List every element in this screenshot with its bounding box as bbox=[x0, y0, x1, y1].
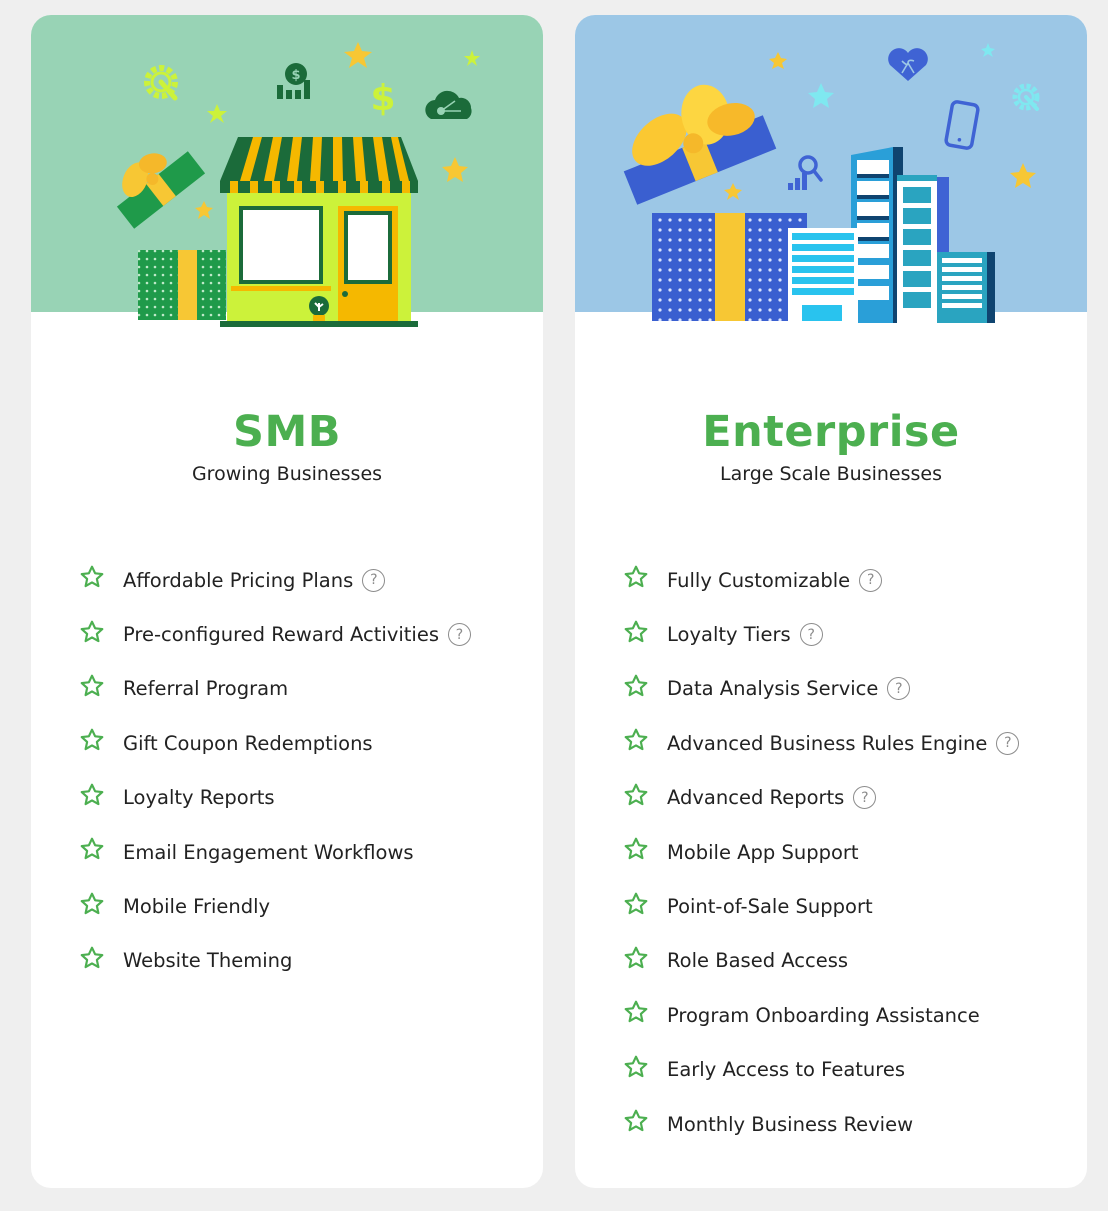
smb-feature-list: Affordable Pricing Plans ? Pre-configure… bbox=[79, 553, 472, 988]
feature-label: Point-of-Sale Support bbox=[667, 895, 873, 919]
star-outline-icon bbox=[624, 565, 648, 588]
plan-card-smb: $ $ SMB Growing Businesses Affordable Pr… bbox=[31, 15, 543, 1188]
question-circle-icon[interactable]: ? bbox=[887, 677, 911, 701]
feature-label: Pre-configured Reward Activities bbox=[123, 623, 440, 647]
feature-label: Data Analysis Service bbox=[667, 677, 879, 701]
feature-item: Website Theming bbox=[79, 934, 471, 988]
feature-label: Mobile App Support bbox=[667, 840, 859, 864]
star-outline-icon bbox=[80, 620, 104, 642]
dollar-icon: $ bbox=[370, 78, 395, 119]
feature-label: Loyalty Reports bbox=[123, 786, 275, 810]
star-outline-icon bbox=[624, 1055, 648, 1077]
feature-item: Mobile Friendly bbox=[79, 879, 471, 933]
feature-item: Email Engagement Workflows bbox=[79, 825, 471, 879]
question-circle-icon[interactable]: ? bbox=[996, 731, 1020, 755]
svg-text:$: $ bbox=[291, 68, 300, 83]
star-outline-icon bbox=[80, 946, 104, 969]
star-outline-icon bbox=[624, 620, 648, 642]
star-outline-icon bbox=[624, 1000, 648, 1023]
feature-item: Point-of-Sale Support bbox=[623, 879, 1019, 933]
question-circle-icon[interactable]: ? bbox=[859, 568, 883, 592]
star-outline-icon bbox=[624, 674, 648, 697]
plan-title-smb: SMB bbox=[232, 407, 342, 457]
feature-label: Advanced Reports bbox=[667, 786, 845, 810]
star-outline-icon bbox=[624, 728, 648, 751]
enterprise-hero-illustration bbox=[575, 15, 1087, 345]
star-outline-icon bbox=[624, 1109, 648, 1132]
feature-item: Gift Coupon Redemptions bbox=[79, 716, 471, 770]
plan-subtitle-enterprise: Large Scale Businesses bbox=[719, 463, 943, 485]
feature-label: Gift Coupon Redemptions bbox=[123, 731, 373, 755]
gift-box-icon bbox=[138, 250, 226, 320]
star-outline-icon bbox=[80, 674, 104, 697]
feature-item: Advanced Business Rules Engine ? bbox=[623, 716, 1020, 770]
storefront-illustration: $ $ bbox=[31, 15, 543, 345]
feature-label: Email Engagement Workflows bbox=[123, 840, 414, 864]
feature-item: Affordable Pricing Plans ? bbox=[79, 553, 471, 607]
feature-label: Loyalty Tiers bbox=[667, 623, 791, 647]
feature-label: Monthly Business Review bbox=[667, 1112, 914, 1136]
smb-hero-illustration: $ $ bbox=[31, 15, 543, 345]
feature-label: Early Access to Features bbox=[667, 1058, 906, 1082]
feature-label: Advanced Business Rules Engine bbox=[667, 731, 988, 755]
feature-label: Role Based Access bbox=[667, 949, 849, 973]
plan-title-enterprise: Enterprise bbox=[702, 407, 960, 457]
feature-item: Program Onboarding Assistance bbox=[623, 988, 1019, 1042]
feature-item: Referral Program bbox=[79, 662, 471, 716]
feature-item: Role Based Access bbox=[623, 934, 1019, 988]
question-circle-icon[interactable]: ? bbox=[362, 568, 386, 592]
feature-item: Data Analysis Service ? bbox=[623, 662, 1019, 716]
feature-item: Fully Customizable ? bbox=[623, 553, 1019, 607]
feature-label: Affordable Pricing Plans bbox=[123, 568, 354, 592]
feature-label: Fully Customizable bbox=[667, 568, 851, 592]
plan-card-enterprise: Enterprise Large Scale Businesses Fully … bbox=[575, 15, 1087, 1188]
feature-item: Loyalty Tiers ? bbox=[623, 607, 1019, 661]
feature-item: Pre-configured Reward Activities ? bbox=[79, 607, 472, 661]
star-outline-icon bbox=[624, 946, 648, 969]
star-outline-icon bbox=[624, 892, 648, 914]
star-outline-icon bbox=[624, 783, 648, 805]
plan-subtitle-smb: Growing Businesses bbox=[191, 463, 383, 485]
star-outline-icon bbox=[80, 892, 104, 914]
feature-label: Mobile Friendly bbox=[123, 895, 271, 919]
question-circle-icon[interactable]: ? bbox=[853, 786, 877, 810]
feature-item: Loyalty Reports bbox=[79, 771, 471, 825]
feature-label: Program Onboarding Assistance bbox=[667, 1003, 980, 1027]
feature-label: Referral Program bbox=[123, 677, 289, 701]
star-outline-icon bbox=[80, 565, 104, 588]
feature-item: Mobile App Support bbox=[623, 825, 1019, 879]
feature-item: Monthly Business Review bbox=[623, 1097, 1019, 1151]
star-outline-icon bbox=[80, 728, 104, 751]
question-circle-icon[interactable]: ? bbox=[448, 623, 472, 647]
star-outline-icon bbox=[80, 783, 104, 805]
city-buildings-illustration bbox=[575, 15, 1087, 345]
storefront-icon bbox=[220, 137, 418, 327]
enterprise-feature-list: Fully Customizable ? Loyalty Tiers ? Dat… bbox=[623, 553, 1020, 1151]
gift-box-icon bbox=[652, 213, 807, 321]
feature-item: Early Access to Features bbox=[623, 1043, 1019, 1097]
star-outline-icon bbox=[80, 837, 104, 860]
feature-label: Website Theming bbox=[123, 949, 293, 973]
star-outline-icon bbox=[624, 837, 648, 860]
feature-item: Advanced Reports ? bbox=[623, 771, 1019, 825]
question-circle-icon[interactable]: ? bbox=[799, 623, 823, 647]
